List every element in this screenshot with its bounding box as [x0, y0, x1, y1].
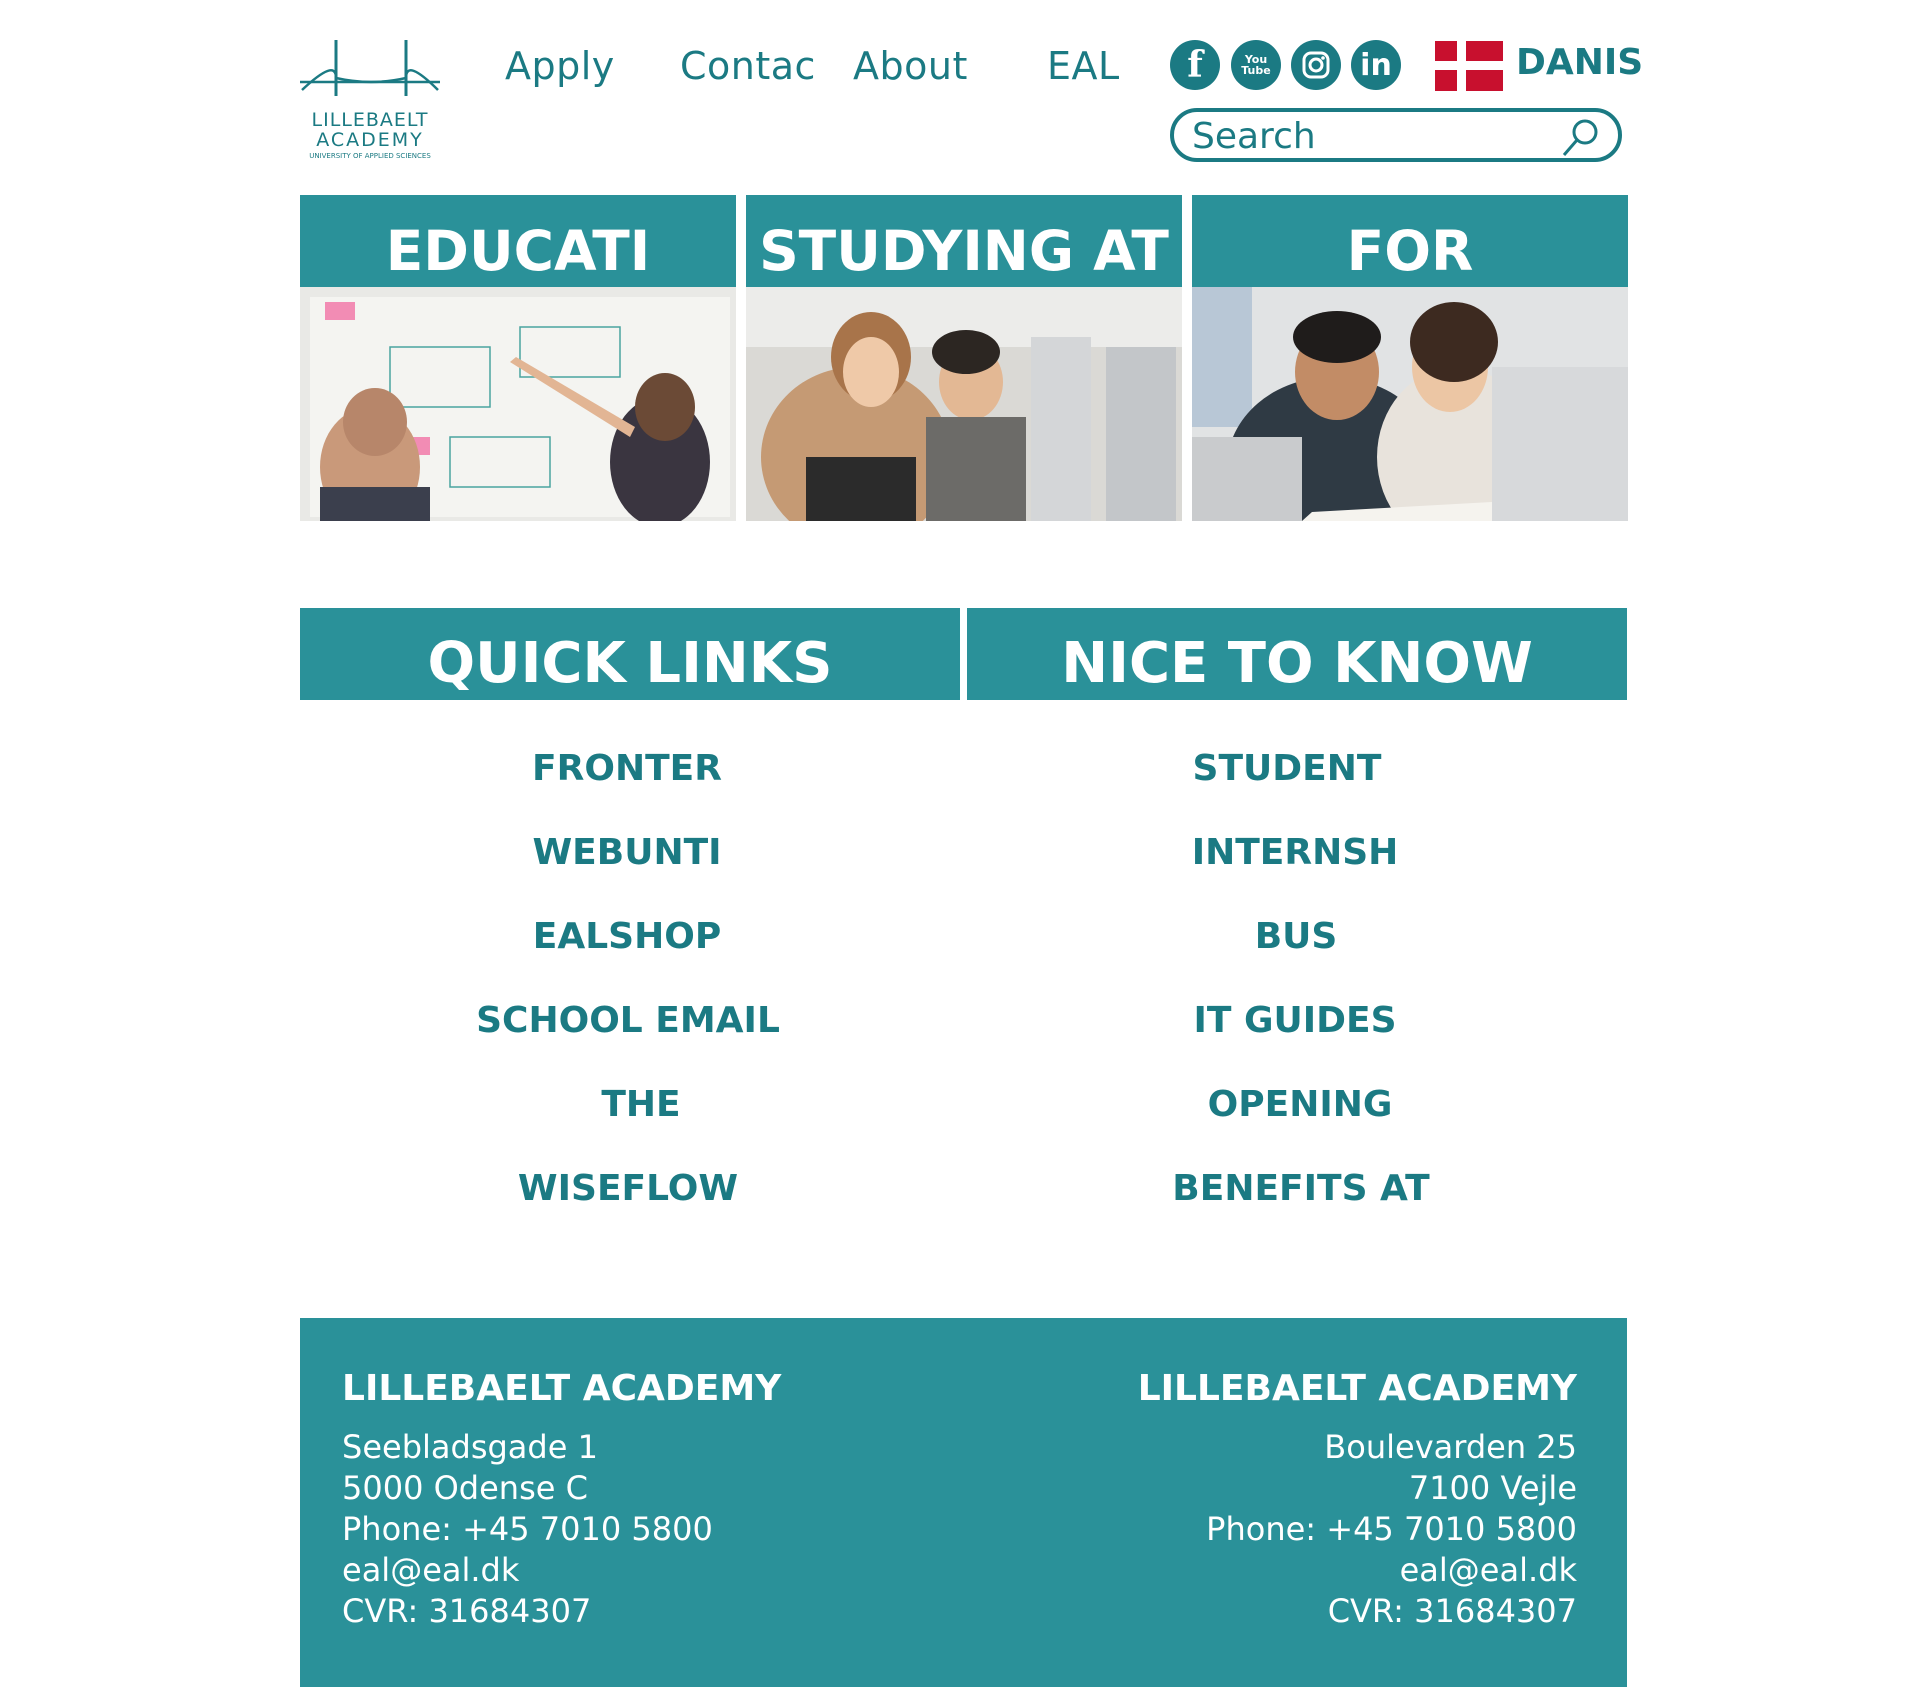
nav-about[interactable]: About [853, 44, 968, 88]
bridge-logo-icon [300, 40, 440, 96]
card-title: STUDYING AT [759, 219, 1169, 283]
youtube-icon[interactable]: You Tube [1231, 40, 1281, 90]
youtube-label: You Tube [1241, 53, 1271, 77]
language-switch[interactable]: DANIS [1516, 42, 1643, 83]
footer-phone[interactable]: Phone: +45 7010 5800 [342, 1509, 781, 1550]
logo-text: ACADEMY [316, 129, 424, 151]
students-laptop-photo [1192, 287, 1628, 521]
footer-address: Boulevarden 25 [1324, 1428, 1577, 1466]
nav-contact[interactable]: Contac [680, 44, 816, 88]
quick-link-the[interactable]: THE [601, 1084, 680, 1125]
nice-link-benefits-at[interactable]: BENEFITS AT [1172, 1168, 1429, 1209]
quick-link-ealshop[interactable]: EALSHOP [533, 916, 721, 957]
whiteboard-photo [300, 287, 736, 521]
nice-link-it-guides[interactable]: IT GUIDES [1193, 1000, 1396, 1041]
card-title: FOR [1346, 219, 1474, 283]
linkedin-icon[interactable]: in [1351, 40, 1401, 90]
card-education[interactable]: EDUCATI [300, 195, 736, 521]
quick-link-wiseflow[interactable]: WISEFLOW [518, 1168, 738, 1209]
nice-to-know-heading: NICE TO KNOW [967, 608, 1627, 700]
instagram-icon[interactable] [1291, 40, 1341, 90]
card-title: EDUCATI [385, 219, 651, 283]
quick-link-fronter[interactable]: FRONTER [532, 748, 722, 789]
nice-link-opening[interactable]: OPENING [1208, 1084, 1393, 1125]
footer-cvr: CVR: 31684307 [1327, 1592, 1577, 1630]
footer-city: 7100 Vejle [1408, 1469, 1577, 1507]
footer-address: Seebladsgade 1 [342, 1428, 598, 1466]
footer-email[interactable]: eal@eal.dk [342, 1550, 781, 1591]
nice-link-internship[interactable]: INTERNSH [1192, 832, 1399, 873]
logo-subtitle: UNIVERSITY OF APPLIED SCIENCES [309, 152, 431, 160]
footer-email[interactable]: eal@eal.dk [1138, 1550, 1577, 1591]
footer-phone[interactable]: Phone: +45 7010 5800 [1138, 1509, 1577, 1550]
search-icon[interactable] [1560, 118, 1600, 158]
footer-odense: LILLEBAELT ACADEMY Seebladsgade 1 5000 O… [342, 1368, 781, 1632]
facebook-glyph: f [1187, 44, 1203, 86]
nice-link-student[interactable]: STUDENT [1193, 748, 1382, 789]
nav-eal[interactable]: EAL [1047, 44, 1120, 88]
facebook-icon[interactable]: f [1170, 40, 1220, 90]
card-studying-at[interactable]: STUDYING AT [746, 195, 1182, 521]
search-input[interactable] [1192, 116, 1552, 156]
footer-cvr: CVR: 31684307 [342, 1592, 592, 1630]
instagram-glyph [1302, 51, 1330, 79]
quick-link-school-email[interactable]: SCHOOL EMAIL [476, 1000, 780, 1041]
quick-link-webuntis[interactable]: WEBUNTI [532, 832, 721, 873]
footer-title: LILLEBAELT ACADEMY [342, 1368, 782, 1409]
nice-link-bus[interactable]: BUS [1255, 916, 1338, 957]
search-box[interactable] [1170, 108, 1622, 162]
quick-links-heading: QUICK LINKS [300, 608, 960, 700]
logo[interactable]: LILLEBAELT ACADEMY UNIVERSITY OF APPLIED… [300, 38, 440, 168]
card-for[interactable]: FOR [1192, 195, 1628, 521]
footer: LILLEBAELT ACADEMY Seebladsgade 1 5000 O… [300, 1318, 1627, 1687]
footer-title: LILLEBAELT ACADEMY [1137, 1368, 1577, 1409]
danish-flag-icon[interactable] [1435, 41, 1503, 91]
logo-text: LILLEBAELT [311, 109, 429, 131]
nav-apply[interactable]: Apply [505, 44, 615, 88]
students-computer-photo [746, 287, 1182, 521]
footer-city: 5000 Odense C [342, 1469, 588, 1507]
linkedin-glyph: in [1360, 47, 1392, 83]
footer-vejle: LILLEBAELT ACADEMY Boulevarden 25 7100 V… [1138, 1368, 1577, 1632]
